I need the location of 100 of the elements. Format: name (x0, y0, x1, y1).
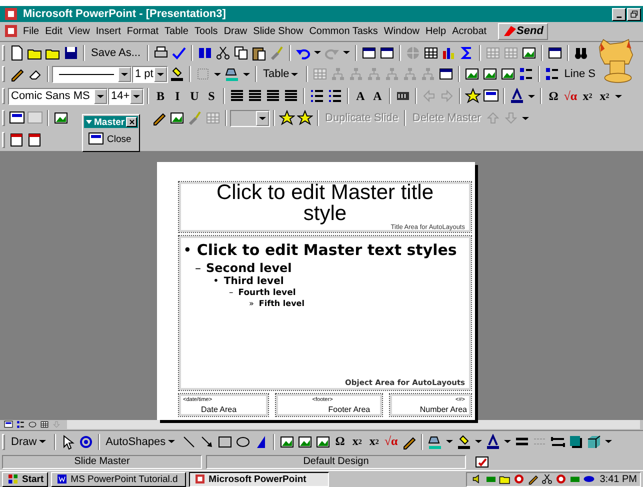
scissors-icon[interactable] (214, 44, 231, 61)
image-icon[interactable] (169, 110, 185, 126)
line-spacing-button[interactable]: Line S (561, 65, 598, 84)
symbol-button[interactable]: Ω (545, 87, 562, 106)
slide-icon[interactable] (483, 88, 499, 104)
shield-icon[interactable] (554, 473, 567, 486)
draw-menu-button[interactable]: Draw (8, 432, 51, 451)
shadow-icon[interactable] (568, 434, 584, 450)
shadow-button[interactable]: S (203, 87, 220, 106)
menu-item[interactable]: Insert (92, 24, 124, 38)
caret-icon[interactable] (474, 440, 482, 444)
rotate-icon[interactable] (78, 434, 94, 450)
menu-item[interactable]: Edit (42, 24, 66, 38)
table-icon[interactable] (422, 44, 439, 61)
italic-button[interactable]: I (169, 87, 186, 106)
image-icon[interactable] (278, 434, 295, 450)
rows-icon[interactable] (544, 66, 560, 82)
symbol-button[interactable]: Ω (332, 432, 349, 451)
close-master-button[interactable]: Close (84, 128, 138, 150)
list-icon[interactable] (327, 88, 343, 104)
send-button[interactable]: Send (498, 22, 548, 40)
caret-icon[interactable] (604, 440, 612, 444)
zoom-dropdown[interactable] (230, 110, 270, 127)
list-icon[interactable] (309, 88, 325, 104)
pencil-icon[interactable] (526, 473, 539, 486)
window-icon[interactable] (360, 44, 377, 61)
oval-icon[interactable] (28, 420, 37, 430)
superscript-button[interactable]: x$^{2}$ (579, 87, 596, 106)
decrease-font-button[interactable]: A (369, 87, 386, 106)
caret-icon[interactable] (342, 51, 350, 54)
caret-icon[interactable] (314, 51, 321, 54)
image-icon[interactable] (500, 66, 516, 82)
bold-button[interactable]: B (152, 87, 169, 106)
copy-icon[interactable] (232, 44, 249, 61)
menu-item[interactable]: Draw (220, 24, 250, 38)
autoshapes-menu-button[interactable]: AutoShapes (102, 432, 180, 451)
spell-check-icon[interactable] (474, 454, 490, 470)
save-as-button[interactable]: Save As... (88, 44, 144, 62)
clipboard-icon[interactable] (250, 44, 267, 61)
slide-icon[interactable] (9, 132, 25, 148)
rectangle-icon[interactable] (216, 434, 233, 450)
scissors-icon[interactable] (540, 473, 553, 486)
star-icon[interactable] (297, 110, 313, 126)
caret-icon[interactable] (528, 94, 535, 98)
cube-icon[interactable] (586, 434, 602, 450)
menu-item[interactable]: Acrobat (449, 24, 490, 38)
window-icon[interactable] (546, 44, 563, 61)
pen-color-icon[interactable] (169, 66, 185, 82)
taskbar-button[interactable]: Microsoft PowerPoint (188, 472, 329, 487)
caret-icon[interactable] (85, 118, 93, 126)
line-weight-dropdown[interactable]: 1 pt (132, 66, 168, 83)
menu-item[interactable]: View (65, 24, 93, 38)
menu-item[interactable]: Format (124, 24, 162, 38)
caret-icon[interactable] (446, 440, 453, 444)
new-page-icon[interactable] (9, 44, 25, 61)
fill-color-icon[interactable] (224, 66, 240, 82)
fill-color-icon[interactable] (426, 434, 443, 450)
font-dropdown[interactable]: Comic Sans MS (8, 88, 108, 105)
slide-icon[interactable] (4, 420, 13, 430)
caret-icon[interactable] (504, 440, 511, 444)
image-icon[interactable] (296, 434, 313, 450)
menu-item[interactable]: Table (162, 24, 192, 38)
shield-icon[interactable] (512, 473, 525, 486)
menu-item[interactable]: Help (422, 24, 450, 38)
font-size-dropdown[interactable]: 14+ (108, 88, 144, 105)
rows-icon[interactable] (518, 66, 534, 82)
star-icon[interactable] (279, 110, 295, 126)
start-button[interactable]: Start (2, 472, 48, 487)
image-icon[interactable] (314, 434, 331, 450)
menu-item[interactable]: Common Tasks (306, 24, 381, 38)
image-icon[interactable] (464, 66, 480, 82)
arrow-icon[interactable] (198, 434, 215, 450)
caret-icon[interactable] (243, 72, 250, 76)
menu-item[interactable]: Slide Show (250, 24, 306, 38)
image-icon[interactable] (520, 44, 537, 61)
line-style-dropdown[interactable] (52, 66, 132, 83)
superscript-button[interactable]: x$^{2}$ (348, 432, 366, 451)
image-icon[interactable] (482, 66, 498, 82)
table-menu-button[interactable]: Table (260, 65, 304, 84)
rows-icon[interactable] (16, 420, 25, 430)
line-icon[interactable] (180, 434, 197, 450)
menu-item[interactable]: Window (380, 24, 422, 38)
font-color-icon[interactable] (509, 88, 525, 104)
caret-icon[interactable] (615, 94, 622, 98)
caret-icon[interactable] (214, 72, 221, 76)
window-icon[interactable] (438, 66, 454, 82)
slide-icon[interactable] (9, 110, 25, 126)
caret-icon[interactable] (522, 116, 529, 120)
star-icon[interactable] (465, 88, 481, 104)
table-icon[interactable] (40, 420, 49, 430)
image-icon[interactable] (53, 110, 69, 126)
taskbar-button[interactable]: MS PowerPoint Tutorial.d (50, 472, 186, 487)
window-icon[interactable] (378, 44, 395, 61)
spell-check-icon[interactable] (170, 44, 187, 61)
increase-font-button[interactable]: A (352, 87, 369, 106)
pen-color-icon[interactable] (456, 434, 472, 450)
font-color-icon[interactable] (484, 434, 501, 450)
menu-item[interactable]: Tools (191, 24, 221, 38)
menu-item[interactable]: File (20, 24, 42, 38)
underline-button[interactable]: U (186, 87, 203, 106)
